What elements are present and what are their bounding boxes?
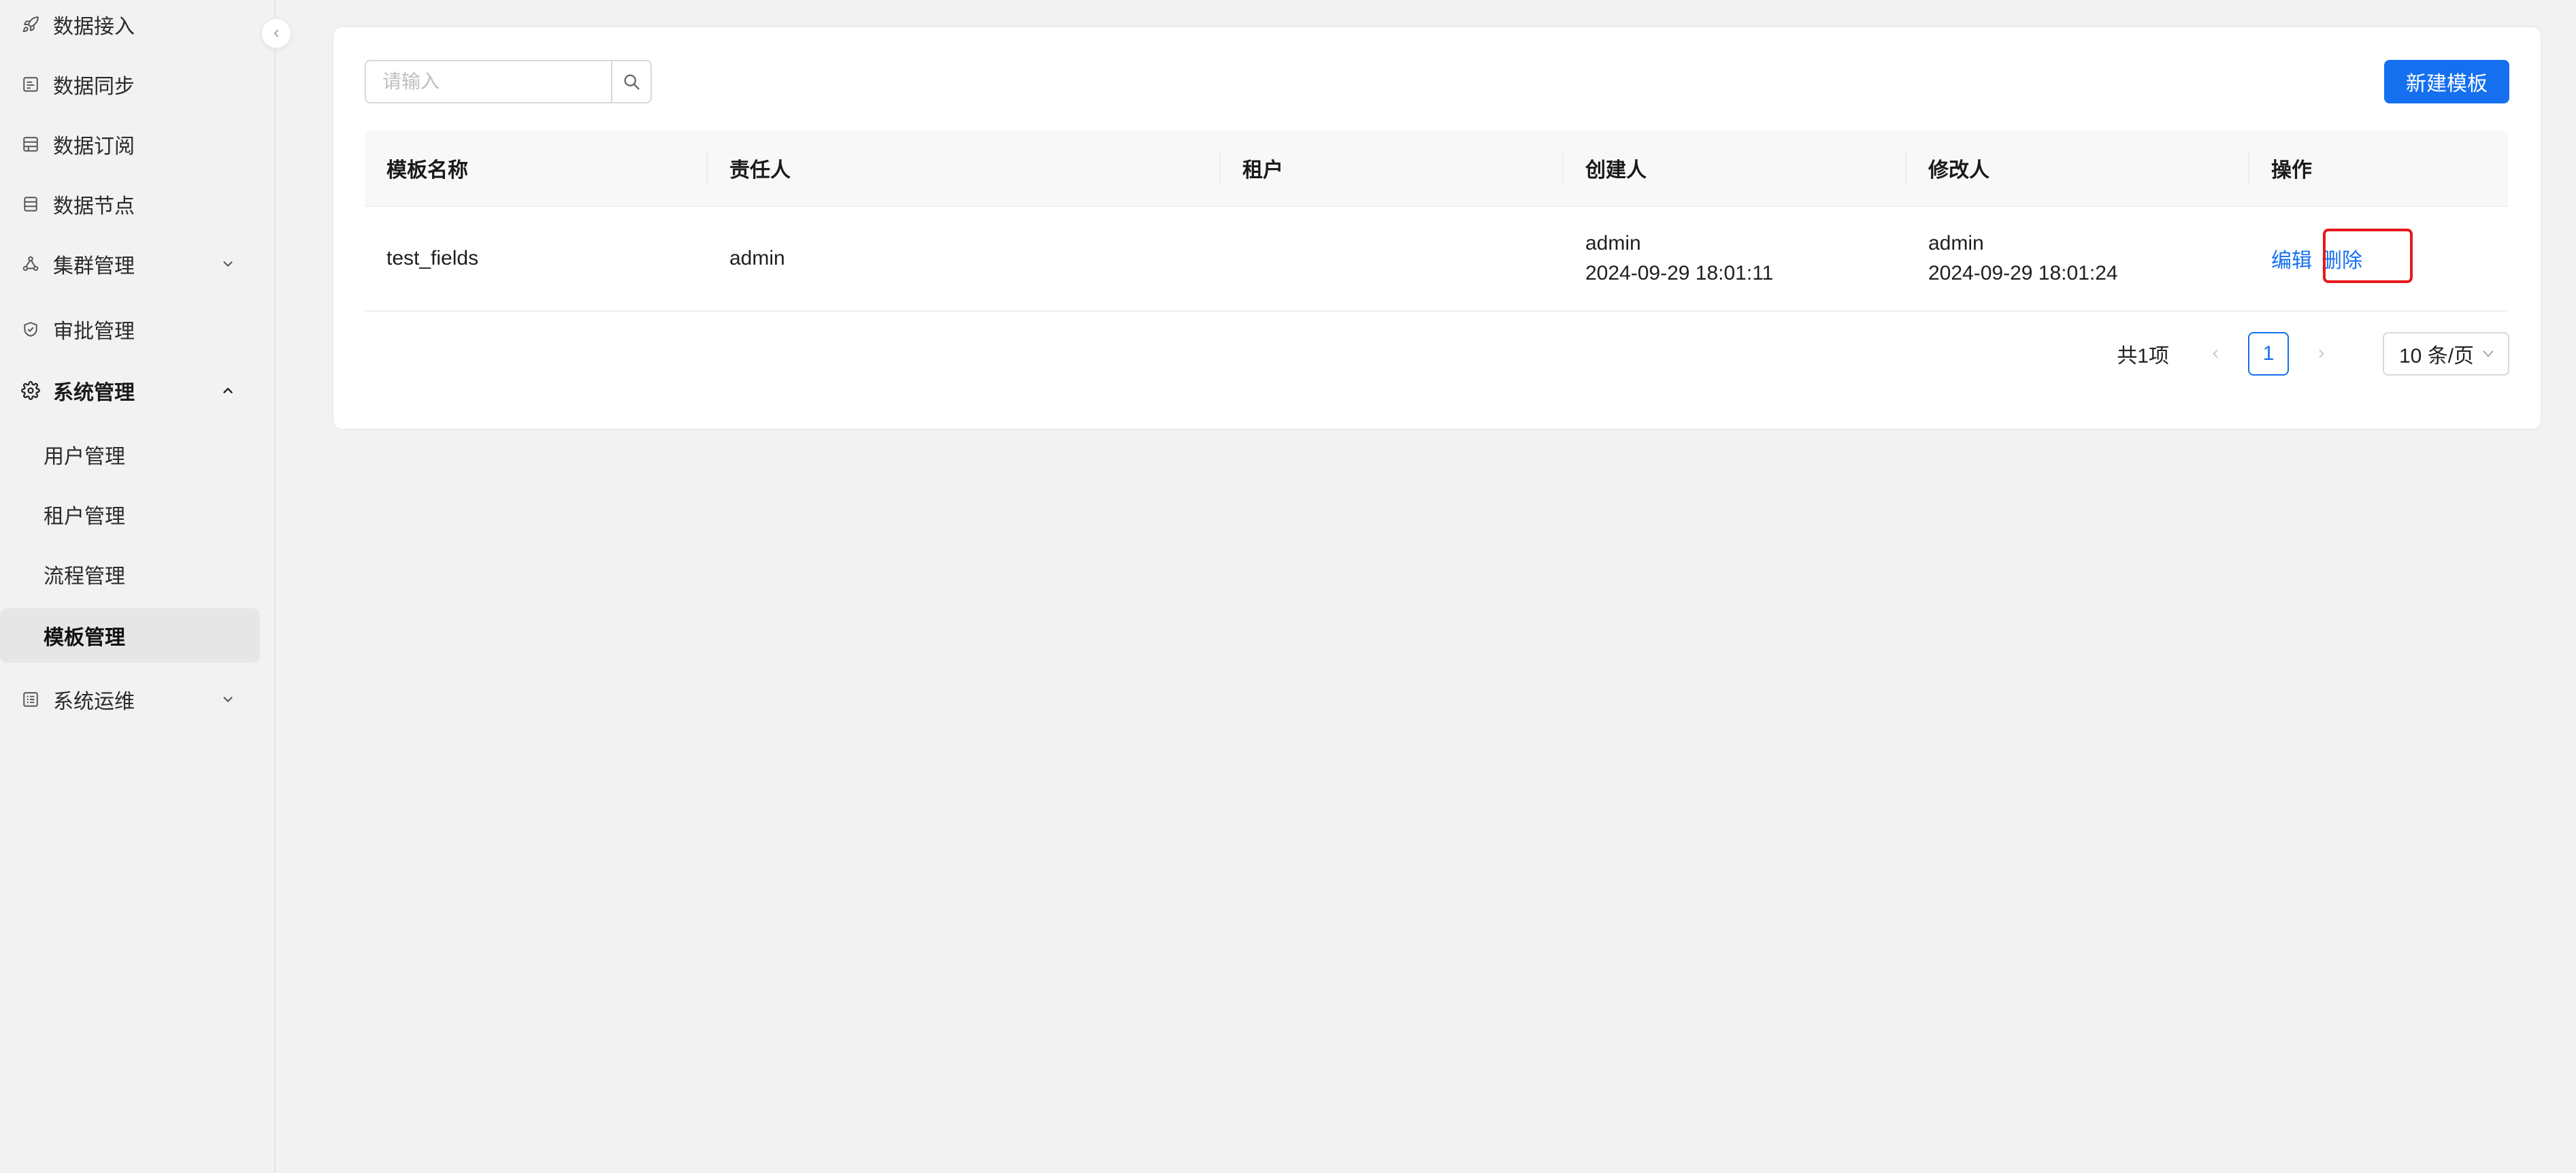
gear-icon	[20, 380, 41, 401]
cell-owner: admin	[729, 247, 785, 269]
sidebar-subitem-label: 流程管理	[44, 565, 125, 588]
chevron-right-icon	[2315, 347, 2328, 361]
column-header-label: 责任人	[729, 159, 791, 182]
sidebar-item-label: 系统运维	[53, 691, 135, 713]
sidebar-item-label: 数据节点	[53, 195, 135, 218]
sidebar-subitem-label: 模板管理	[44, 627, 125, 649]
sidebar-collapse-button[interactable]	[261, 18, 292, 49]
chevron-down-icon	[2481, 346, 2496, 361]
table-header: 模板名称 责任人 租户 创建人 修改人 操作	[365, 131, 2508, 207]
table-row: test_fields admin admin 2024-09-29 18:01…	[365, 207, 2508, 312]
previous-page-button[interactable]	[2194, 332, 2237, 376]
column-header-modifier: 修改人	[1906, 131, 2249, 205]
column-header-label: 租户	[1242, 159, 1283, 182]
creator-name: admin	[1585, 232, 1641, 254]
sidebar-item-data-node[interactable]: 数据节点	[0, 177, 260, 231]
chevron-down-icon	[218, 254, 238, 274]
sidebar-item-cluster-management[interactable]: 集群管理	[0, 237, 260, 291]
shield-check-icon	[20, 319, 41, 340]
sync-icon	[20, 74, 41, 95]
sidebar-subitem-label: 租户管理	[44, 506, 125, 528]
search-icon	[622, 72, 641, 91]
new-template-button[interactable]: 新建模板	[2384, 60, 2509, 103]
pagination-total: 共1项	[2117, 345, 2169, 367]
search-box	[365, 60, 652, 103]
sidebar-item-label: 数据接入	[53, 16, 135, 38]
cell-modifier: admin 2024-09-29 18:01:24	[1906, 207, 2249, 310]
edit-link[interactable]: 编辑	[2271, 244, 2312, 274]
pagination: 共1项 1 10 条/页	[2117, 332, 2509, 376]
sidebar-item-label: 集群管理	[53, 255, 135, 278]
delete-link[interactable]: 删除	[2322, 244, 2362, 274]
template-list-card: 新建模板 模板名称 责任人 租户 创建人	[332, 26, 2542, 430]
template-table: 模板名称 责任人 租户 创建人 修改人 操作 test_fields admin…	[365, 131, 2508, 312]
chevron-left-icon	[2209, 347, 2222, 361]
sidebar-subitem-tenant-management[interactable]: 租户管理	[0, 487, 260, 542]
sidebar-subitem-label: 用户管理	[44, 446, 125, 468]
cluster-icon	[20, 254, 41, 274]
created-at: 2024-09-29 18:01:11	[1585, 262, 1774, 284]
sidebar-subitem-process-management[interactable]: 流程管理	[0, 547, 260, 601]
cell-template-name: test_fields	[386, 247, 479, 269]
column-header-actions: 操作	[2249, 131, 2508, 205]
sidebar-item-system-ops[interactable]: 系统运维	[0, 672, 260, 727]
sidebar-item-label: 审批管理	[53, 320, 135, 343]
app-root: 数据接入 数据同步 数据订阅 数据节点 集群管理 审批管理 系统管理 用户管理 …	[0, 0, 2576, 1173]
sidebar-item-label: 数据同步	[53, 76, 135, 98]
rocket-icon	[20, 14, 41, 35]
ops-icon	[20, 689, 41, 710]
next-page-button[interactable]	[2300, 332, 2343, 376]
sidebar-item-label: 数据订阅	[53, 135, 135, 158]
column-header-owner: 责任人	[708, 131, 1221, 205]
cell-creator: admin 2024-09-29 18:01:11	[1564, 207, 1906, 310]
search-button[interactable]	[611, 60, 652, 103]
page-number-button[interactable]: 1	[2248, 332, 2289, 376]
node-icon	[20, 194, 41, 214]
chevron-down-icon	[218, 689, 238, 710]
column-header-label: 操作	[2271, 159, 2312, 182]
column-header-label: 创建人	[1585, 159, 1647, 182]
column-header-template-name: 模板名称	[365, 131, 708, 205]
chevron-left-icon	[270, 27, 282, 39]
column-header-creator: 创建人	[1564, 131, 1906, 205]
sidebar-item-data-sync[interactable]: 数据同步	[0, 57, 260, 112]
cell-tenant	[1221, 207, 1564, 310]
modified-at: 2024-09-29 18:01:24	[1928, 262, 2118, 284]
page-size-select[interactable]: 10 条/页	[2383, 332, 2509, 376]
subscribe-icon	[20, 134, 41, 154]
modifier-name: admin	[1928, 232, 1984, 254]
column-header-label: 修改人	[1928, 159, 1989, 182]
cell-actions: 编辑 删除	[2249, 207, 2508, 310]
sidebar: 数据接入 数据同步 数据订阅 数据节点 集群管理 审批管理 系统管理 用户管理 …	[0, 0, 276, 1173]
sidebar-item-system-management[interactable]: 系统管理	[0, 363, 260, 418]
sidebar-subitem-user-management[interactable]: 用户管理	[0, 427, 260, 482]
page-size-label: 10 条/页	[2399, 345, 2475, 367]
sidebar-item-data-ingest[interactable]: 数据接入	[0, 0, 260, 52]
column-header-label: 模板名称	[386, 159, 468, 182]
column-header-tenant: 租户	[1221, 131, 1564, 205]
sidebar-item-label: 系统管理	[53, 382, 135, 404]
chevron-up-icon	[218, 380, 238, 401]
sidebar-item-approval-management[interactable]: 审批管理	[0, 302, 260, 357]
sidebar-item-data-subscribe[interactable]: 数据订阅	[0, 117, 260, 171]
sidebar-subitem-template-management[interactable]: 模板管理	[0, 608, 260, 663]
search-input[interactable]	[365, 60, 611, 103]
